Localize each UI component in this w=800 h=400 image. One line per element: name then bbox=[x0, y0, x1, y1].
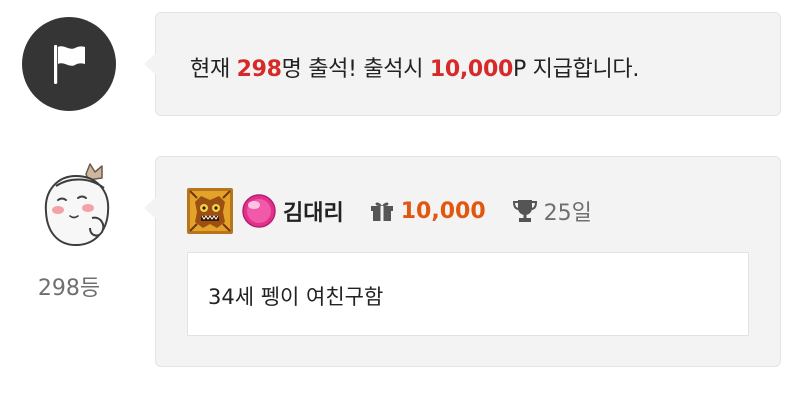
rank-label: 298등 bbox=[37, 276, 101, 301]
comment-text: 34세 펭이 여친구함 bbox=[208, 285, 384, 309]
flag-icon bbox=[54, 45, 85, 84]
streak-days: 25일 bbox=[543, 201, 592, 226]
notice-flag-avatar bbox=[22, 17, 116, 111]
notice-text-middle: 명 출석! 출석시 bbox=[281, 57, 430, 82]
entry-header: 김대리 10,000 25일 bbox=[187, 185, 592, 237]
trophy-icon bbox=[512, 200, 537, 222]
entry-points: 10,000 bbox=[400, 198, 486, 224]
user-avatar[interactable] bbox=[36, 160, 118, 250]
pink-gem-icon bbox=[242, 194, 276, 228]
username[interactable]: 김대리 bbox=[283, 195, 344, 227]
level-badge-icon bbox=[187, 188, 233, 234]
notice-text-after: P 지급합니다. bbox=[512, 57, 640, 82]
notice-message: 현재 298명 출석! 출석시 10,000P 지급합니다. bbox=[190, 51, 639, 83]
comment-box: 34세 펭이 여친구함 bbox=[187, 252, 749, 336]
attendance-entry-bubble: 김대리 10,000 25일 34세 펭이 여친구함 bbox=[144, 156, 781, 367]
attendance-count: 298 bbox=[236, 57, 282, 82]
gift-icon bbox=[370, 202, 393, 221]
notice-text-before: 현재 bbox=[190, 57, 237, 82]
reward-points: 10,000 bbox=[429, 57, 513, 82]
notice-bubble: 현재 298명 출석! 출석시 10,000P 지급합니다. bbox=[144, 12, 781, 116]
attendance-page: 현재 298명 출석! 출석시 10,000P 지급합니다. 298등 김대리 … bbox=[0, 0, 800, 400]
